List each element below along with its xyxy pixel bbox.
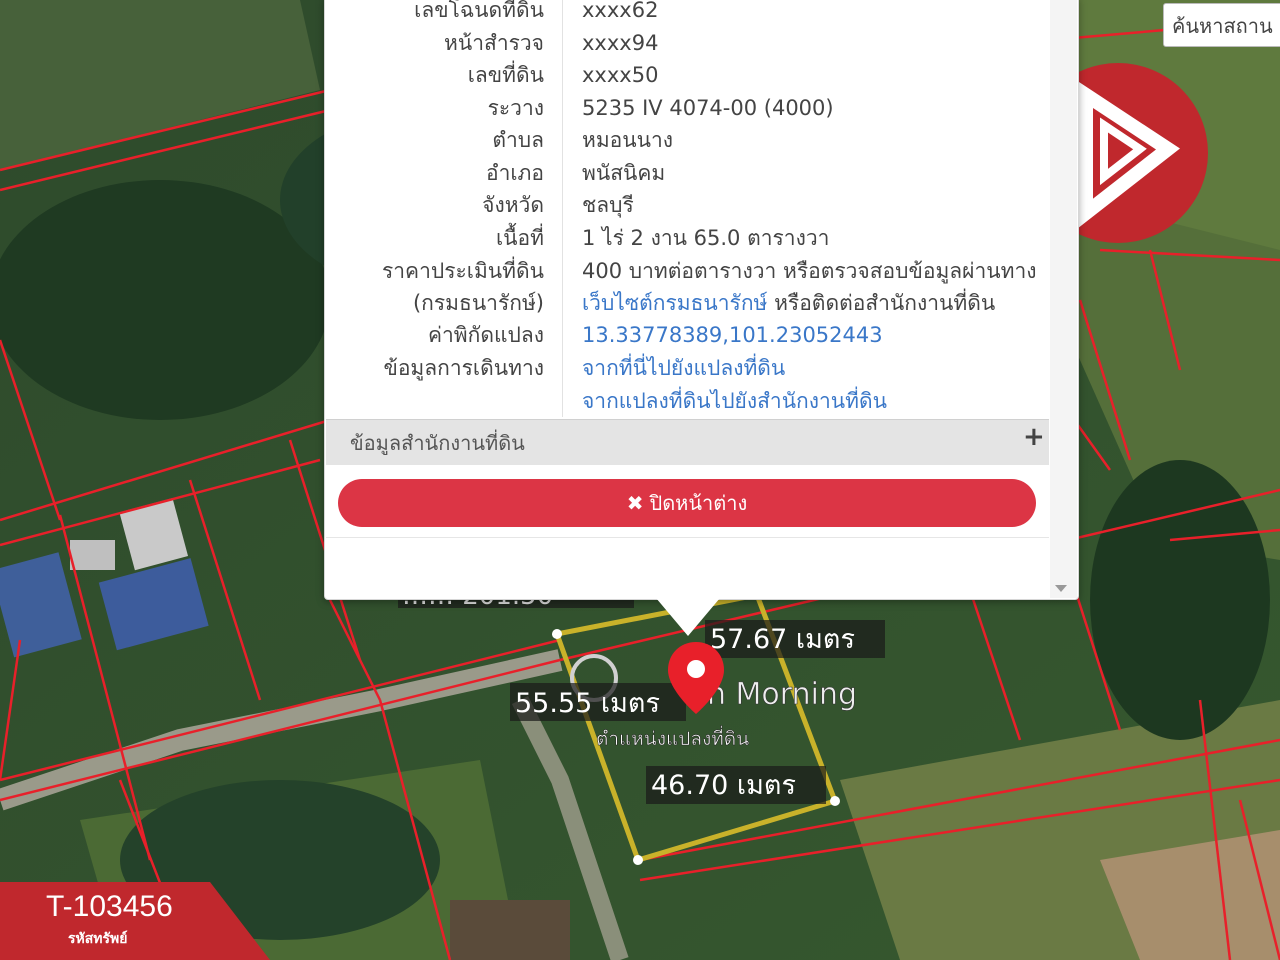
- row-value: พนัสนิคม: [582, 161, 666, 185]
- row-value: หมอนนาง: [582, 128, 674, 152]
- row-label: ตำบล: [492, 128, 544, 152]
- property-code-caption: รหัสทรัพย์: [68, 931, 128, 947]
- row-label: (กรมธนารักษ์): [412, 291, 544, 315]
- row-label: ราคาประเมินที่ดิน: [381, 259, 544, 283]
- row-value: xxxx94: [582, 31, 659, 55]
- row-value: xxxx62: [582, 0, 659, 22]
- row-label: ค่าพิกัดแปลง: [427, 323, 544, 347]
- row-deed-number: เลขโฉนดที่ดิน xxxx62: [325, 0, 1050, 26]
- measurement-label-1: 57.67 เมตร: [710, 624, 855, 655]
- row-land-number: เลขที่ดิน xxxx50: [325, 59, 1050, 91]
- row-label: จังหวัด: [482, 193, 544, 217]
- row-label: ระวาง: [487, 96, 544, 120]
- close-icon: ✖: [626, 491, 644, 515]
- row-value: 1 ไร่ 2 งาน 65.0 ตารางวา: [582, 226, 830, 250]
- row-value: xxxx50: [582, 63, 659, 87]
- coordinates-link[interactable]: 13.33778389,101.23052443: [582, 319, 883, 351]
- popup-pointer: [656, 598, 720, 636]
- popup-footer-divider: [326, 537, 1049, 538]
- row-appraisal-price: ราคาประเมินที่ดิน 400 บาทต่อตารางวา หรือ…: [325, 255, 1050, 287]
- row-coordinates: ค่าพิกัดแปลง 13.33778389,101.23052443: [325, 319, 1050, 351]
- row-label: ข้อมูลการเดินทาง: [383, 356, 544, 380]
- measurement-label-3: 46.70 เมตร: [651, 770, 796, 801]
- row-value: ชลบุรี: [582, 193, 634, 217]
- row-label: เลขที่ดิน: [467, 63, 544, 87]
- row-label: เนื้อที่: [496, 226, 544, 250]
- measurement-label-2: 55.55 เมตร: [515, 688, 660, 719]
- row-label: หน้าสำรวจ: [444, 31, 544, 55]
- row-value-suffix: หรือติดต่อสำนักงานที่ดิน: [767, 291, 996, 315]
- parcel-info-popup: เลขโฉนดที่ดิน xxxx62 หน้าสำรวจ xxxx94 เล…: [324, 0, 1079, 600]
- plus-icon[interactable]: +: [1023, 422, 1045, 452]
- popup-scrollbar[interactable]: [1050, 0, 1077, 598]
- place-label: n Morning: [707, 677, 857, 712]
- close-button-label: ปิดหน้าต่าง: [649, 491, 748, 515]
- row-treasury: (กรมธนารักษ์) เว็บไซต์กรมธนารักษ์ หรือติ…: [325, 287, 1050, 319]
- close-window-button[interactable]: ✖ ปิดหน้าต่าง: [338, 479, 1036, 527]
- land-office-section-toggle[interactable]: ข้อมูลสำนักงานที่ดิน +: [326, 419, 1049, 465]
- marker-label: ตำแหน่งแปลงที่ดิน: [596, 725, 749, 750]
- property-code: T-103456: [46, 890, 173, 923]
- land-office-section-label: ข้อมูลสำนักงานที่ดิน: [350, 431, 525, 455]
- row-directions: ข้อมูลการเดินทาง จากที่นี่ไปยังแปลงที่ดิ…: [325, 352, 1050, 384]
- search-placeholder: ค้นหาสถาน: [1172, 14, 1273, 38]
- row-province: จังหวัด ชลบุรี: [325, 189, 1050, 221]
- row-district: อำเภอ พนัสนิคม: [325, 157, 1050, 189]
- row-value: 400 บาทต่อตารางวา หรือตรวจสอบข้อมูลผ่านท…: [582, 259, 1037, 283]
- scroll-down-arrow-icon[interactable]: [1055, 585, 1067, 592]
- directions-to-office-link[interactable]: จากแปลงที่ดินไปยังสำนักงานที่ดิน: [582, 385, 887, 417]
- row-survey-page: หน้าสำรวจ xxxx94: [325, 27, 1050, 59]
- row-area: เนื้อที่ 1 ไร่ 2 งาน 65.0 ตารางวา: [325, 222, 1050, 254]
- row-label: เลขโฉนดที่ดิน: [414, 0, 544, 22]
- row-map-sheet: ระวาง 5235 IV 4074-00 (4000): [325, 92, 1050, 124]
- treasury-website-link[interactable]: เว็บไซต์กรมธนารักษ์: [582, 291, 767, 315]
- row-subdistrict: ตำบล หมอนนาง: [325, 124, 1050, 156]
- search-input[interactable]: ค้นหาสถาน: [1163, 3, 1280, 47]
- row-directions-office: จากแปลงที่ดินไปยังสำนักงานที่ดิน: [325, 385, 1050, 417]
- directions-to-parcel-link[interactable]: จากที่นี่ไปยังแปลงที่ดิน: [582, 352, 785, 384]
- row-label: อำเภอ: [485, 161, 544, 185]
- row-value: 5235 IV 4074-00 (4000): [582, 96, 834, 120]
- row-value: เว็บไซต์กรมธนารักษ์ หรือติดต่อสำนักงานที…: [582, 287, 995, 319]
